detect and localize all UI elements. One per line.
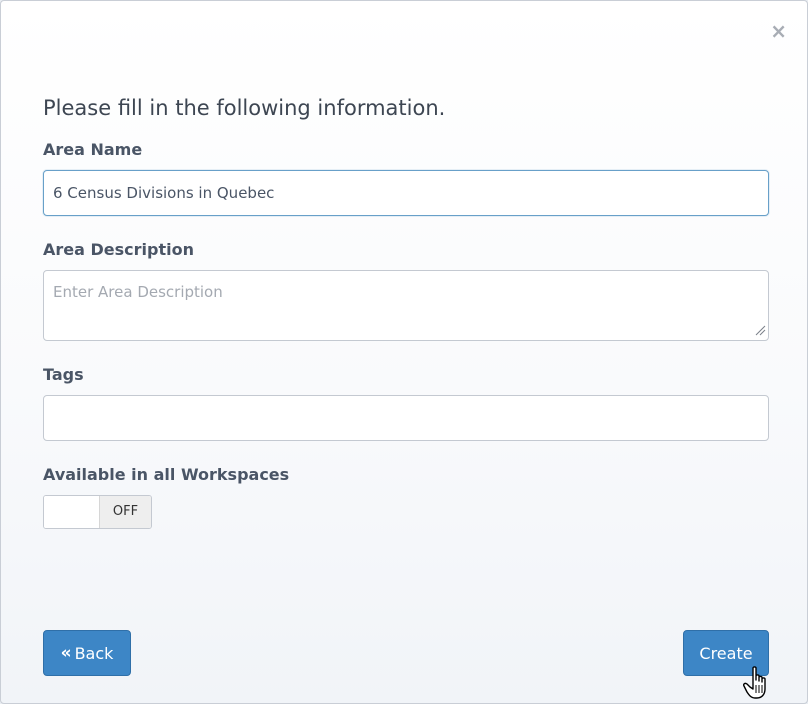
create-button-label: Create (699, 643, 753, 663)
back-button[interactable]: « Back (43, 630, 131, 676)
toggle-knob (44, 496, 99, 528)
tags-label: Tags (43, 365, 84, 384)
resize-grip-icon[interactable] (754, 324, 766, 336)
double-chevron-left-icon: « (60, 643, 72, 663)
toggle-state-label: OFF (99, 496, 151, 528)
tags-input[interactable] (43, 395, 769, 441)
back-button-label: Back (74, 643, 114, 663)
hand-pointer-icon (743, 666, 766, 699)
workspaces-label: Available in all Workspaces (43, 465, 290, 484)
workspaces-toggle[interactable]: OFF (43, 495, 152, 529)
area-name-input[interactable] (43, 170, 769, 216)
area-description-label: Area Description (43, 240, 194, 259)
area-name-label: Area Name (43, 140, 143, 159)
area-description-textarea[interactable] (43, 270, 769, 341)
dialog-instructions: Please fill in the following information… (43, 96, 446, 120)
close-icon[interactable]: × (770, 21, 787, 41)
create-area-dialog: × Please fill in the following informati… (0, 0, 808, 704)
